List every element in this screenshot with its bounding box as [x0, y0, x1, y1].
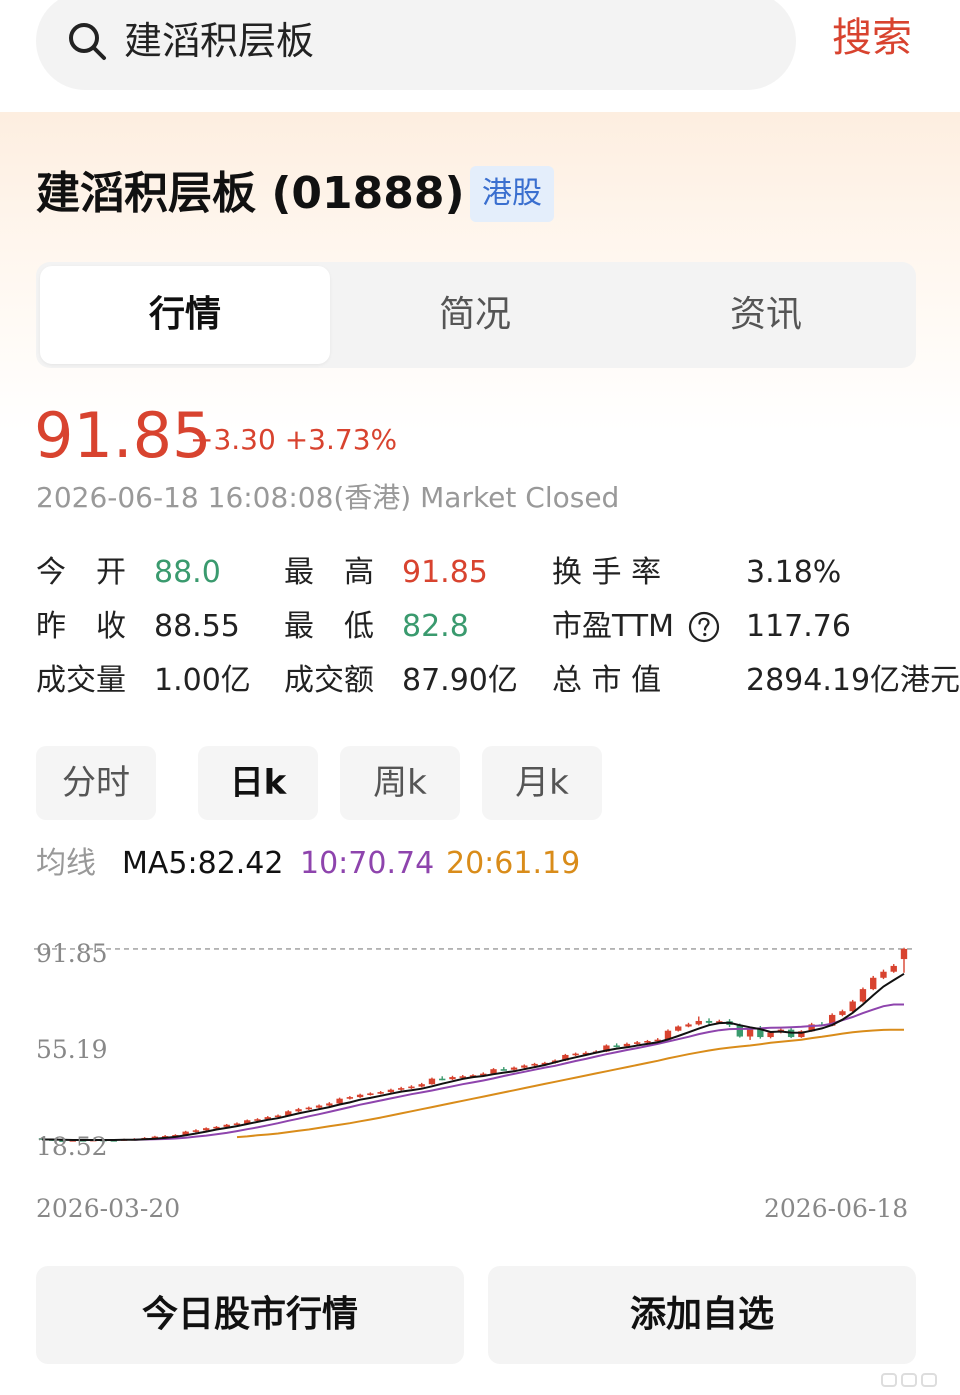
candle-body: [326, 1103, 333, 1106]
price-change: +3.30 +3.73%: [190, 423, 398, 456]
candle-body: [356, 1094, 364, 1098]
candle-body: [203, 1128, 210, 1131]
candle-body: [644, 1040, 651, 1043]
stat-prev-close-value: 88.55: [154, 609, 240, 644]
stat-mkt-cap-label: 总 市 值: [552, 663, 662, 698]
candlestick-chart[interactable]: [0, 930, 960, 1170]
candle-body: [428, 1078, 436, 1085]
candle-body: [397, 1088, 405, 1090]
y-tick-label: 55.19: [36, 1035, 108, 1065]
period-tab-weekly[interactable]: 周k: [340, 746, 460, 820]
candle-body: [767, 1032, 774, 1038]
stat-pe-label: 市盈TTM: [552, 609, 675, 644]
candle-body: [295, 1109, 302, 1112]
x-tick-label: 2026-06-18: [764, 1194, 909, 1223]
candle-body: [346, 1097, 354, 1099]
search-icon: [69, 23, 106, 60]
candle-body: [900, 948, 908, 960]
y-tick-label: 18.52: [36, 1132, 108, 1162]
period-tab-monthly[interactable]: 月k: [482, 746, 602, 820]
candle-body: [305, 1107, 312, 1110]
tab-overview[interactable]: 简况: [330, 262, 620, 368]
stat-low-label: 最 低: [284, 609, 374, 644]
stat-mkt-cap-value: 2894.19亿港元: [746, 663, 960, 698]
candle-body: [890, 965, 897, 972]
candle-body: [315, 1105, 323, 1108]
stat-turnover-rate-label: 换 手 率: [552, 555, 662, 590]
candle-body: [839, 1011, 846, 1015]
x-tick-label: 2026-03-20: [36, 1194, 181, 1223]
period-tab-intraday[interactable]: 分时: [36, 746, 156, 820]
candle-body: [746, 1029, 754, 1037]
candle-body: [695, 1020, 702, 1025]
candle-body: [510, 1067, 518, 1070]
candle-body: [705, 1020, 713, 1023]
y-tick-label: 91.85: [36, 938, 108, 968]
top-bar: 建滔积层板 搜索: [0, 0, 960, 112]
stat-high-value: 91.85: [402, 555, 488, 590]
ma5-line: [42, 972, 905, 1141]
candle-body: [377, 1092, 384, 1094]
tab-quote[interactable]: 行情: [40, 266, 330, 364]
stock-title: 建滔积层板 (01888): [36, 168, 465, 219]
candle-body: [408, 1086, 415, 1089]
section-tabs: 行情 简况 资讯: [36, 262, 916, 368]
ma-label: 均线: [36, 846, 96, 881]
candle-body: [449, 1077, 456, 1080]
quote-timestamp: 2026-06-18 16:08:08(香港) Market Closed: [36, 481, 620, 514]
ma10-line: [134, 1003, 904, 1141]
watermark-icon: [881, 1373, 937, 1387]
candle-body: [500, 1069, 507, 1071]
stat-low-value: 82.8: [402, 609, 469, 644]
candle-body: [387, 1089, 395, 1093]
current-price: 91.85: [34, 399, 212, 472]
stat-open-value: 88.0: [154, 555, 221, 590]
help-icon[interactable]: [688, 611, 720, 643]
candle-body: [336, 1098, 343, 1104]
stat-amount-value: 87.90亿: [402, 663, 518, 698]
candle-body: [613, 1045, 620, 1048]
ma20-line: [236, 1028, 904, 1139]
candle-body: [634, 1042, 641, 1044]
candle-body: [418, 1084, 425, 1087]
period-tab-daily[interactable]: 日k: [198, 746, 318, 820]
candle-body: [531, 1063, 538, 1066]
market-badge: 港股: [470, 166, 554, 222]
stat-turnover-rate-value: 3.18%: [746, 555, 842, 590]
candle-body: [880, 971, 887, 978]
add-watchlist-button[interactable]: 添加自选: [488, 1266, 916, 1364]
stat-open-label: 今 开: [36, 555, 126, 590]
ma5-value: MA5:82.42: [122, 846, 284, 881]
candle-body: [572, 1053, 579, 1056]
stat-volume-value: 1.00亿: [154, 663, 251, 698]
candle-body: [439, 1078, 446, 1081]
candle-body: [685, 1024, 692, 1027]
stat-volume-label: 成交量: [36, 663, 126, 698]
candle-body: [870, 977, 877, 990]
candle-body: [521, 1065, 528, 1068]
stat-high-label: 最 高: [284, 555, 374, 590]
ma20-value: 20:61.19: [446, 846, 581, 881]
stat-pe-value: 117.76: [746, 609, 851, 644]
stat-prev-close-label: 昨 收: [36, 609, 126, 644]
candle-body: [367, 1093, 374, 1096]
candle-body: [675, 1026, 682, 1031]
search-button[interactable]: 搜索: [832, 12, 912, 64]
candle-body: [859, 989, 867, 1002]
ma10-value: 10:70.74: [300, 846, 435, 881]
market-today-button[interactable]: 今日股市行情: [36, 1266, 464, 1364]
candle-body: [192, 1130, 200, 1132]
stat-amount-label: 成交额: [284, 663, 374, 698]
tab-news[interactable]: 资讯: [620, 262, 912, 368]
search-input[interactable]: 建滔积层板: [124, 16, 314, 66]
